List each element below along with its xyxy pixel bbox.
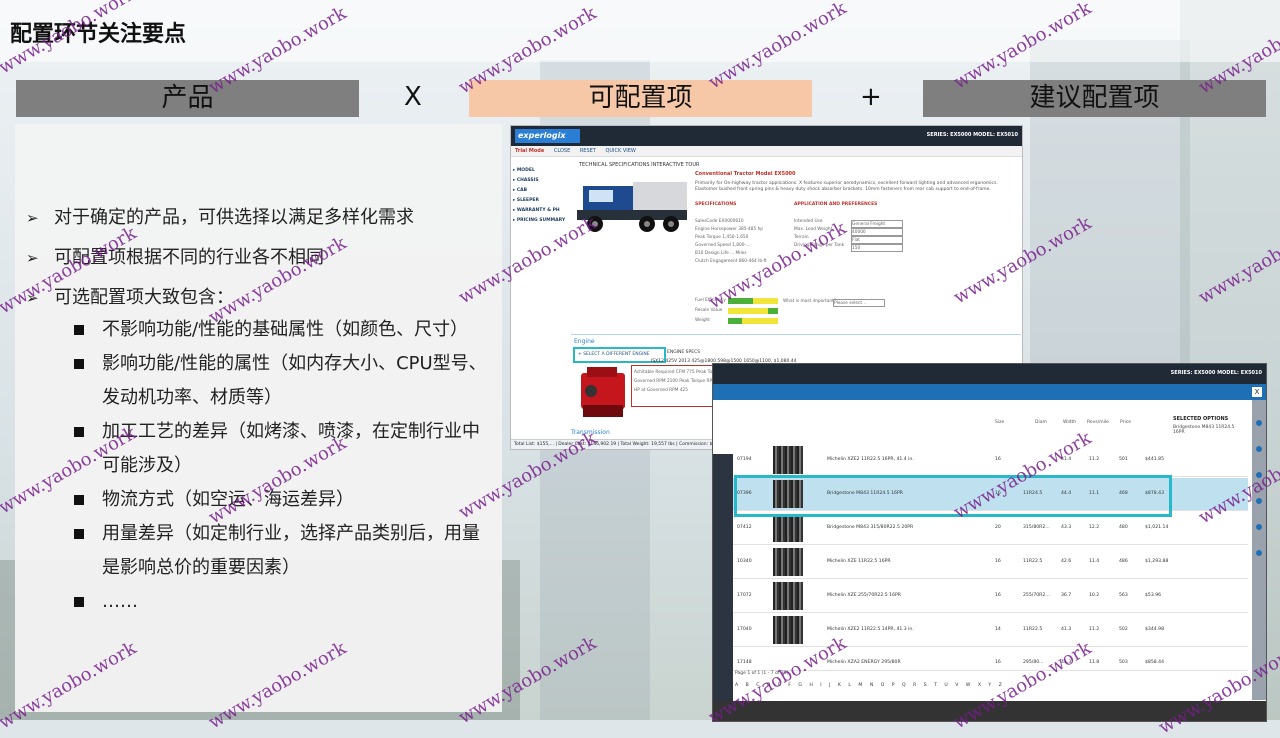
alphabet-filter[interactable]: A B C D E F G H I J K L M N O P Q R S T …: [735, 683, 1255, 688]
trial-mode-label: Trial Mode: [515, 148, 545, 154]
selected-option-item: Bridgestone M843 11R24.5 16PR: [1173, 425, 1235, 435]
tire-row[interactable]: 17072 Michelin XZE 255/70R22.5 16PR 16 25…: [733, 580, 1248, 613]
bullet-level2: 不影响功能/性能的基础属性（如颜色、尺寸）: [74, 313, 494, 347]
reset-button[interactable]: RESET: [580, 148, 596, 154]
series-model-label: SERIES: EX5000 MODEL: EX5010: [926, 132, 1018, 138]
arrow-bullet-icon: ➢: [26, 249, 39, 267]
nav-item-pricing-summary[interactable]: ▸ PRICING SUMMARY: [513, 218, 573, 223]
application-heading: APPLICATION AND PREFERENCES: [794, 202, 878, 207]
bullet-level1: ➢ 对于确定的产品，可供选择以满足多样化需求: [26, 207, 414, 228]
engine-specs-label: ENGINE SPECS: [667, 350, 701, 355]
operator-plus: +: [860, 82, 882, 112]
configurator-nav: ▸ MODEL ▸ CHASSIS ▸ CAB ▸ SLEEPER ▸ WARR…: [513, 168, 573, 228]
nav-item-model[interactable]: ▸ MODEL: [513, 168, 573, 173]
tire-image: [773, 548, 803, 576]
nav-item-chassis[interactable]: ▸ CHASSIS: [513, 178, 573, 183]
tire-image: [773, 582, 803, 610]
intended-use-select[interactable]: General Freight: [851, 220, 903, 228]
square-bullet-icon: [74, 359, 84, 369]
product-heading: Conventional Tractor Model EX5000: [695, 171, 796, 177]
bullet-level2: ……: [74, 585, 494, 619]
operator-times: X: [404, 82, 422, 112]
tire-image: [773, 446, 803, 474]
arrow-bullet-icon: ➢: [26, 209, 39, 227]
quick-view-button[interactable]: QUICK VIEW: [605, 148, 635, 154]
square-bullet-icon: [74, 529, 84, 539]
weight-bar: [728, 318, 742, 324]
selected-options-title: SELECTED OPTIONS: [1173, 416, 1229, 422]
resale-value-bar: [728, 308, 768, 314]
engine-title: Engine: [574, 338, 595, 345]
square-bullet-icon: [74, 325, 84, 335]
spec-list: SalesCode EX0000610 Engine Horsepower 385…: [695, 219, 767, 264]
toolbar: Trial Mode CLOSE RESET QUICK VIEW: [511, 146, 1022, 157]
square-bullet-icon: [74, 495, 84, 505]
header-product: 产品: [16, 80, 359, 117]
side-panel: [713, 454, 733, 704]
engine-image: [581, 367, 625, 417]
square-bullet-icon: [74, 597, 84, 607]
close-icon[interactable]: X: [1252, 387, 1262, 397]
experlogix-logo: experlogix: [515, 129, 580, 143]
tire-image: [773, 514, 803, 542]
important-select[interactable]: Please select...: [833, 299, 885, 307]
series-model-label: SERIES: EX5000 MODEL: EX5010: [1170, 370, 1262, 376]
terrain-select[interactable]: Flat: [851, 236, 903, 244]
nav-item-warranty[interactable]: ▸ WARRANTY & PH: [513, 208, 573, 213]
load-weight-input[interactable]: 40000: [851, 228, 903, 236]
product-description: Primarily for On-highway tractor applica…: [695, 181, 998, 192]
tire-image: [773, 616, 803, 644]
tire-row[interactable]: 07194 Michelin XZE2 11R22.5 16PR, 41.4 i…: [733, 444, 1248, 477]
important-label: What is most important?: [783, 299, 837, 304]
tire-row[interactable]: 10340 Michelin XZE 11R22.5 16PR 16 11R22.…: [733, 546, 1248, 579]
dialog-titlebar: X: [713, 384, 1266, 400]
spec-tabs[interactable]: TECHNICAL SPECIFICATIONS INTERACTIVE TOU…: [579, 162, 699, 168]
header-configurable-items: 可配置项: [469, 80, 812, 117]
driving-range-input[interactable]: 150: [851, 244, 903, 252]
square-bullet-icon: [74, 427, 84, 437]
tire-row[interactable]: 17040 Michelin XZE2 11R22.5 14PR, 41.3 i…: [733, 614, 1248, 647]
nav-item-sleeper[interactable]: ▸ SLEEPER: [513, 198, 573, 203]
bullet-level2: 用量差异（如定制行业，选择产品类别后，用量是影响总价的重要因素）: [74, 517, 494, 585]
bullet-level2: 影响功能/性能的属性（如内存大小、CPU型号、发动机功率、材质等）: [74, 347, 494, 415]
right-scroll-panel[interactable]: [1252, 400, 1266, 700]
nav-item-cab[interactable]: ▸ CAB: [513, 188, 573, 193]
close-button[interactable]: CLOSE: [554, 148, 570, 154]
specifications-heading: SPECIFICATIONS: [695, 202, 737, 207]
